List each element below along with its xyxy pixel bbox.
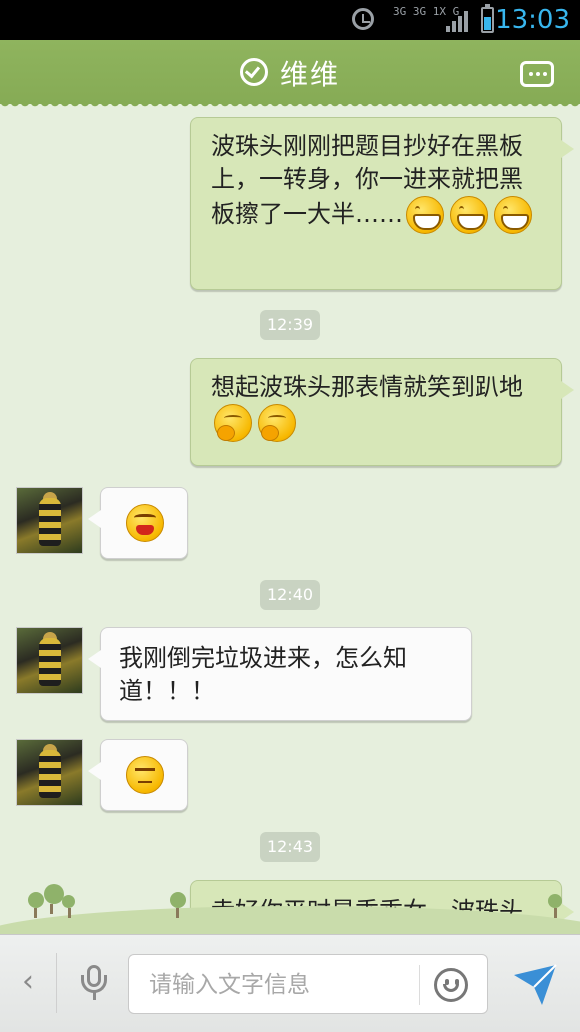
incoming-message-bubble[interactable]	[88, 487, 188, 559]
grin-emoji-icon	[450, 196, 488, 234]
message-input-bar: ‹	[0, 934, 580, 1032]
message-input[interactable]	[147, 969, 411, 1001]
message-text: 我刚倒完垃圾进来，怎么知道！！！	[119, 644, 407, 705]
outgoing-message-bubble[interactable]: 想起波珠头那表情就笑到趴地	[190, 358, 574, 466]
chat-title-group: 维维	[0, 56, 580, 93]
message-list[interactable]: 波珠头刚刚把题目抄好在黑板上，一转身，你一进来就把黑板擦了一大半…… 12:39…	[0, 104, 580, 934]
grin-emoji-icon	[494, 196, 532, 234]
emoji-picker-icon[interactable]	[434, 968, 468, 1002]
send-icon[interactable]	[512, 961, 558, 1007]
smug-emoji-icon	[126, 756, 164, 794]
check-circle-icon	[239, 58, 268, 86]
status-bar: 3G 3G 1X G 13:03	[0, 0, 580, 40]
angry-emoji-icon	[126, 504, 164, 542]
divider	[56, 953, 57, 1013]
timestamp-chip: 12:39	[260, 310, 320, 340]
chat-title: 维维	[279, 58, 340, 91]
timestamp-chip: 12:43	[260, 832, 320, 862]
incoming-message-bubble[interactable]	[88, 739, 188, 811]
grin-emoji-icon	[406, 196, 444, 234]
more-options-button[interactable]	[520, 61, 554, 87]
avatar[interactable]	[16, 739, 83, 806]
chat-header: 维维	[0, 40, 580, 110]
battery-level	[484, 16, 491, 30]
outgoing-message-bubble[interactable]: 波珠头刚刚把题目抄好在黑板上，一转身，你一进来就把黑板擦了一大半……	[190, 117, 574, 290]
status-time: 13:03	[495, 5, 570, 35]
divider	[419, 965, 420, 1005]
message-input-container[interactable]	[128, 954, 488, 1014]
alarm-icon	[352, 8, 374, 30]
avatar[interactable]	[16, 627, 83, 694]
shy-emoji-icon	[258, 404, 296, 442]
shy-emoji-icon	[214, 404, 252, 442]
message-text: 想起波珠头那表情就笑到趴地	[211, 373, 523, 401]
collapse-chevron-icon[interactable]: ‹	[22, 965, 34, 999]
signal-strength-icon	[446, 10, 470, 32]
timestamp-chip: 12:40	[260, 580, 320, 610]
background-scenery	[0, 880, 580, 936]
microphone-icon[interactable]	[80, 965, 108, 1003]
incoming-message-bubble[interactable]: 我刚倒完垃圾进来，怎么知道！！！	[88, 627, 472, 721]
avatar[interactable]	[16, 487, 83, 554]
battery-icon	[481, 4, 494, 33]
